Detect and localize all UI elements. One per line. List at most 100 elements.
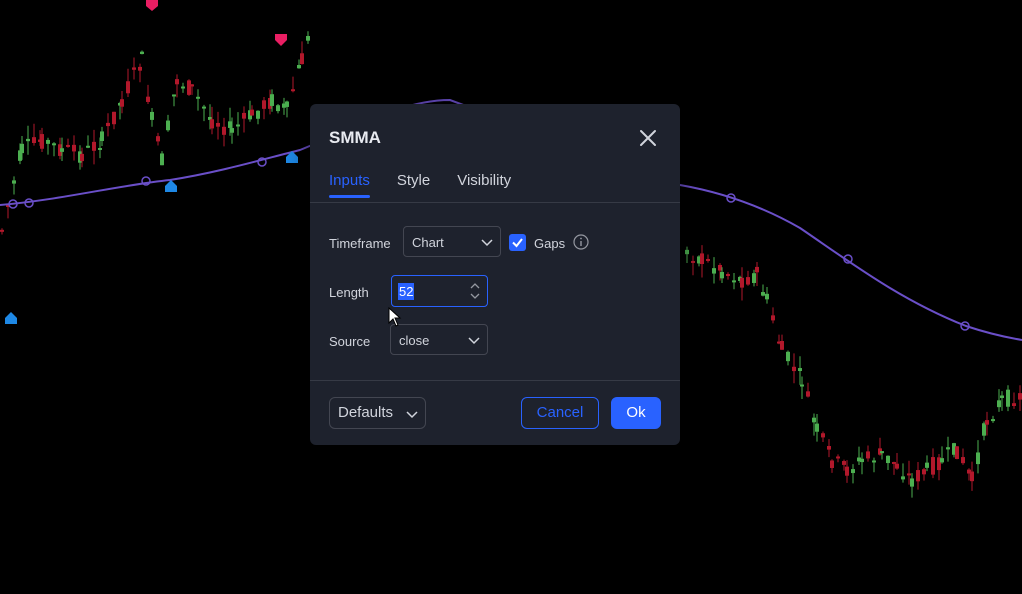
tab-inputs[interactable]: Inputs bbox=[329, 172, 370, 198]
candle-body bbox=[46, 139, 50, 144]
candle-body bbox=[276, 105, 280, 112]
candle-body bbox=[780, 341, 784, 350]
candle-body bbox=[80, 153, 84, 162]
source-value: close bbox=[399, 333, 430, 348]
gaps-checkbox[interactable] bbox=[509, 234, 526, 251]
candle-body bbox=[156, 136, 160, 142]
candle-body bbox=[970, 471, 974, 482]
buy-signal-marker bbox=[165, 180, 177, 192]
footer-divider bbox=[310, 380, 680, 381]
candle-body bbox=[798, 368, 802, 372]
stepper-icon[interactable] bbox=[469, 280, 481, 302]
candle-body bbox=[12, 180, 16, 184]
candle-body bbox=[0, 229, 4, 232]
candle-body bbox=[100, 131, 104, 141]
candle-body bbox=[92, 141, 96, 151]
candle-body bbox=[718, 264, 722, 271]
candle-body bbox=[955, 446, 959, 459]
candle-body bbox=[922, 469, 926, 475]
candle-body bbox=[120, 99, 124, 107]
candle-body bbox=[806, 391, 810, 397]
close-icon[interactable] bbox=[634, 124, 662, 152]
candle-body bbox=[150, 111, 154, 120]
tab-visibility[interactable]: Visibility bbox=[457, 172, 511, 198]
timeframe-select[interactable]: Chart bbox=[403, 226, 501, 257]
candle-body bbox=[175, 79, 179, 85]
candle-body bbox=[72, 144, 76, 152]
candle-body bbox=[786, 351, 790, 362]
candle-body bbox=[827, 446, 831, 450]
candle-body bbox=[940, 458, 944, 463]
candle-body bbox=[706, 258, 710, 261]
smma-settings-dialog: SMMA Inputs Style Visibility Timeframe C… bbox=[310, 104, 680, 445]
candle-body bbox=[140, 51, 144, 55]
candle-body bbox=[771, 315, 775, 321]
candle-body bbox=[752, 273, 756, 283]
candle-body bbox=[892, 461, 896, 464]
candle-body bbox=[52, 143, 56, 146]
candle-body bbox=[236, 124, 240, 127]
candle-body bbox=[812, 417, 816, 423]
candle-body bbox=[866, 451, 870, 459]
candle-body bbox=[86, 145, 90, 148]
candle-body bbox=[106, 122, 110, 127]
candle-body bbox=[187, 80, 191, 95]
length-value: 52 bbox=[398, 283, 415, 300]
timeframe-value: Chart bbox=[412, 235, 444, 250]
candle-body bbox=[931, 457, 935, 475]
ok-button[interactable]: Ok bbox=[611, 397, 661, 429]
candle-body bbox=[1000, 395, 1004, 398]
candle-body bbox=[726, 274, 730, 277]
candle-body bbox=[700, 253, 704, 265]
candle-body bbox=[40, 134, 44, 149]
check-icon bbox=[512, 238, 523, 248]
candle-body bbox=[160, 153, 164, 166]
sell-signal-marker bbox=[146, 0, 158, 11]
candle-body bbox=[691, 260, 695, 263]
candle-body bbox=[910, 478, 914, 487]
chevron-down-icon bbox=[481, 239, 493, 247]
chevron-down-icon bbox=[468, 337, 480, 345]
cancel-button[interactable]: Cancel bbox=[521, 397, 599, 429]
source-select[interactable]: close bbox=[390, 324, 488, 355]
candle-body bbox=[961, 457, 965, 464]
defaults-button[interactable]: Defaults bbox=[329, 397, 426, 429]
candle-body bbox=[880, 451, 884, 454]
candle-body bbox=[740, 277, 744, 288]
candle-body bbox=[982, 423, 986, 436]
candle-body bbox=[755, 266, 759, 273]
candle-body bbox=[860, 458, 864, 463]
candle-body bbox=[765, 293, 769, 300]
candle-body bbox=[250, 109, 254, 116]
candle-body bbox=[262, 100, 266, 109]
mouse-cursor-icon bbox=[388, 307, 402, 327]
source-label: Source bbox=[329, 334, 371, 349]
tab-style[interactable]: Style bbox=[397, 172, 430, 198]
candle-body bbox=[138, 66, 142, 71]
candle-body bbox=[907, 473, 911, 476]
candle-body bbox=[132, 67, 136, 70]
candle-body bbox=[712, 268, 716, 274]
chevron-down-icon bbox=[406, 411, 418, 419]
sell-signal-marker bbox=[275, 34, 287, 46]
candle-body bbox=[685, 249, 689, 255]
candle-body bbox=[66, 144, 70, 147]
candle-body bbox=[761, 292, 765, 296]
candle-body bbox=[800, 384, 804, 387]
candle-body bbox=[792, 366, 796, 372]
candle-body bbox=[300, 53, 304, 65]
info-icon[interactable] bbox=[573, 234, 589, 250]
candle-body bbox=[172, 94, 176, 97]
candle-body bbox=[202, 106, 206, 109]
candle-body bbox=[886, 455, 890, 464]
candle-body bbox=[126, 81, 130, 94]
candle-body bbox=[901, 476, 905, 480]
candle-body bbox=[297, 65, 301, 69]
length-input[interactable]: 52 bbox=[391, 275, 488, 307]
candle-body bbox=[196, 96, 200, 99]
candle-body bbox=[895, 463, 899, 469]
candle-body bbox=[991, 419, 995, 422]
candle-body bbox=[306, 36, 310, 41]
candle-body bbox=[256, 110, 260, 119]
candle-body bbox=[946, 447, 950, 450]
